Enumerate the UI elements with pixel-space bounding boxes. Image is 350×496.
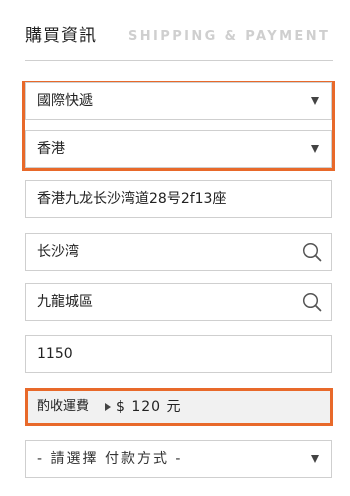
district-input[interactable]: 长沙湾 bbox=[25, 233, 332, 271]
chevron-down-icon bbox=[311, 455, 319, 463]
area-value: 九龍城區 bbox=[37, 294, 93, 310]
triangle-right-icon bbox=[105, 403, 111, 411]
payment-method-placeholder: - 請選擇 付款方式 - bbox=[37, 451, 183, 467]
shipping-fee-box: 酌收運費 $ 120 元 bbox=[28, 391, 330, 423]
shipping-fee-amount: $ 120 元 bbox=[116, 399, 182, 415]
shipping-method-select[interactable]: 國際快遞 bbox=[25, 82, 332, 120]
area-input[interactable]: 九龍城區 bbox=[25, 283, 332, 321]
page-title: 購買資訊 bbox=[25, 26, 97, 46]
district-value: 长沙湾 bbox=[37, 244, 79, 260]
address-value: 香港九龙长沙湾道28号2f13座 bbox=[37, 191, 227, 207]
address-input[interactable]: 香港九龙长沙湾道28号2f13座 bbox=[25, 180, 332, 218]
region-select[interactable]: 香港 bbox=[25, 130, 332, 168]
region-value: 香港 bbox=[37, 141, 65, 157]
postal-code-value: 1150 bbox=[37, 346, 73, 362]
payment-method-select[interactable]: - 請選擇 付款方式 - bbox=[25, 440, 332, 478]
section-header: 購買資訊 SHIPPING & PAYMENT bbox=[25, 26, 333, 61]
search-icon[interactable] bbox=[302, 292, 322, 312]
chevron-down-icon bbox=[311, 97, 319, 105]
chevron-down-icon bbox=[311, 145, 319, 153]
shipping-method-value: 國際快遞 bbox=[37, 93, 93, 109]
postal-code-input[interactable]: 1150 bbox=[25, 335, 332, 373]
page-subtitle: SHIPPING & PAYMENT bbox=[128, 29, 331, 44]
search-icon[interactable] bbox=[302, 242, 322, 262]
shipping-fee-label: 酌收運費 bbox=[37, 399, 90, 414]
shipping-payment-form: 購買資訊 SHIPPING & PAYMENT 國際快遞 香港 香港九龙长沙湾道… bbox=[0, 0, 350, 496]
